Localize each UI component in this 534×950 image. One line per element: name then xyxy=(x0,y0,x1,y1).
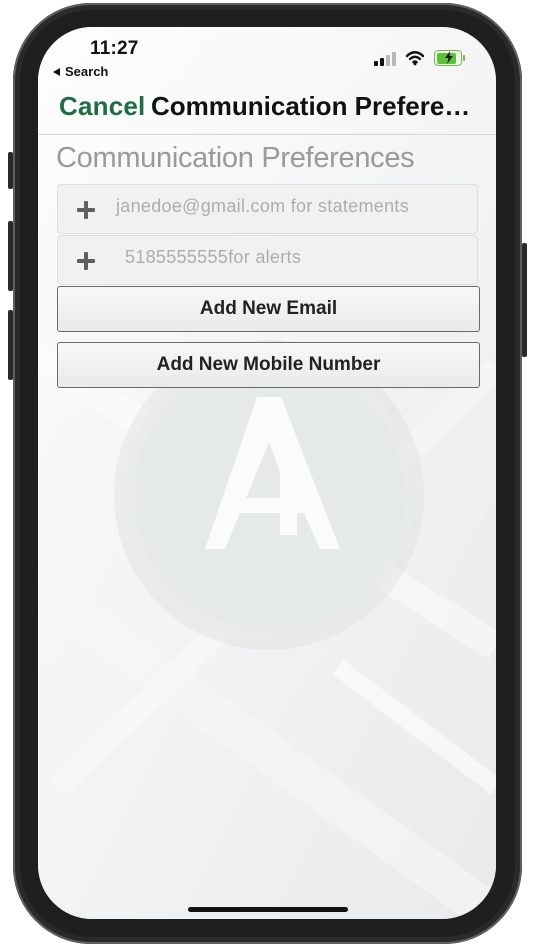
email-preference-row[interactable]: janedoe@gmail.com for statements xyxy=(57,184,478,234)
plus-icon[interactable] xyxy=(77,201,95,219)
battery-charging-icon xyxy=(434,50,465,66)
phone-screen: 11:27 Search Cancel Communication Prefer… xyxy=(38,27,496,919)
cellular-signal-icon xyxy=(374,51,396,66)
navigation-bar: Cancel Communication Preferences xyxy=(38,83,496,135)
section-title: Communication Preferences xyxy=(56,142,415,174)
mute-switch xyxy=(8,152,13,189)
page-title: Communication Preferences xyxy=(151,91,477,121)
cancel-button[interactable]: Cancel xyxy=(59,91,145,122)
home-indicator[interactable] xyxy=(188,907,348,912)
status-icons xyxy=(374,50,465,66)
chevron-left-icon xyxy=(53,67,60,76)
mobile-preference-text: 5185555555for alerts xyxy=(125,247,302,267)
volume-down-button xyxy=(8,310,13,380)
back-label: Search xyxy=(65,64,109,79)
add-new-mobile-number-button[interactable]: Add New Mobile Number xyxy=(57,342,480,388)
email-preference-text: janedoe@gmail.com for statements xyxy=(116,196,410,216)
screenshot-stage: 11:27 Search Cancel Communication Prefer… xyxy=(0,0,534,950)
add-new-email-button[interactable]: Add New Email xyxy=(57,286,480,332)
power-button xyxy=(522,243,527,357)
volume-up-button xyxy=(8,221,13,291)
wifi-icon xyxy=(405,50,425,65)
navbar-divider xyxy=(38,134,496,135)
back-to-search-link[interactable]: Search xyxy=(53,64,108,79)
status-time: 11:27 xyxy=(90,38,139,59)
plus-icon[interactable] xyxy=(77,252,95,270)
mobile-preference-row[interactable]: 5185555555for alerts xyxy=(57,235,478,285)
